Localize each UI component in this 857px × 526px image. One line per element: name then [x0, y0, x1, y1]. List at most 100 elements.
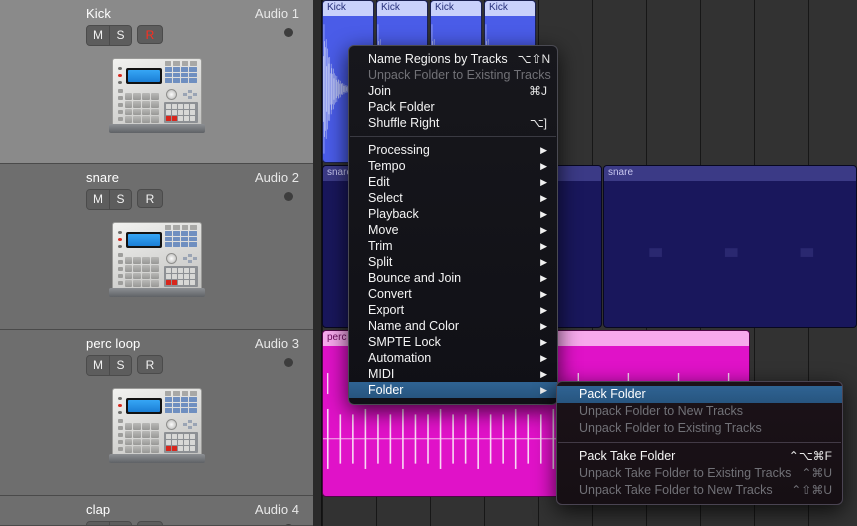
solo-button[interactable]: S	[109, 26, 131, 45]
menu-item-label: Split	[368, 255, 393, 269]
solo-button[interactable]: S	[109, 190, 131, 209]
menu-item-label: Convert	[368, 287, 412, 301]
menu-item-join[interactable]: Join ⌘J	[349, 83, 557, 99]
solo-button[interactable]: S	[109, 356, 131, 375]
menu-item-export[interactable]: Export ▶	[349, 302, 557, 318]
track-header-perc-loop[interactable]: perc loop Audio 3 MSR	[0, 330, 313, 496]
menu-item-pack-folder[interactable]: Pack Folder	[349, 99, 557, 115]
region[interactable]: snare	[603, 165, 857, 328]
menu-item-label: Pack Folder	[368, 100, 435, 114]
menu-item-shortcut: ⌘J	[529, 84, 547, 98]
solo-button[interactable]: S	[109, 522, 131, 525]
menu-item-label: Automation	[368, 351, 432, 365]
folder-submenu[interactable]: Pack Folder Unpack Folder to New Tracks Un…	[556, 381, 843, 505]
menu-item-tempo[interactable]: Tempo ▶	[349, 158, 557, 174]
track-header-snare[interactable]: snare Audio 2 MSR	[0, 164, 313, 330]
record-arm-button[interactable]: R	[137, 25, 163, 44]
menu-item-name-and-color[interactable]: Name and Color ▶	[349, 318, 557, 334]
chevron-right-icon: ▶	[540, 208, 547, 219]
track-header-kick[interactable]: Kick Audio 1 MSR	[0, 0, 313, 164]
menu-separator	[350, 136, 556, 137]
menu-item-unpack-take-folder-to-existing-tracks: Unpack Take Folder to Existing Tracks ⌃⌘U	[557, 465, 842, 482]
track-channel-label: Audio 3	[254, 336, 299, 351]
mpc-device-icon	[108, 222, 205, 302]
chevron-right-icon: ▶	[540, 304, 547, 315]
menu-item-shortcut: ⌥]	[529, 116, 547, 130]
menu-item-label: Shuffle Right	[368, 116, 440, 130]
menu-item-pack-folder[interactable]: Pack Folder	[557, 386, 842, 403]
record-enable-indicator[interactable]	[284, 28, 293, 37]
record-arm-button[interactable]: R	[137, 521, 163, 525]
region-label: snare	[604, 166, 856, 181]
track-channel-label: Audio 1	[254, 6, 299, 21]
track-header-clap[interactable]: clap Audio 4 MS R	[0, 496, 313, 526]
track-name[interactable]: snare	[86, 170, 119, 185]
menu-item-label: Playback	[368, 207, 419, 221]
menu-item-label: SMPTE Lock	[368, 335, 441, 349]
menu-item-processing[interactable]: Processing ▶	[349, 142, 557, 158]
record-enable-indicator[interactable]	[284, 192, 293, 201]
menu-item-label: Processing	[368, 143, 430, 157]
track-name[interactable]: perc loop	[86, 336, 140, 351]
menu-item-unpack-take-folder-to-new-tracks: Unpack Take Folder to New Tracks ⌃⇧⌘U	[557, 482, 842, 499]
mute-button[interactable]: M	[87, 26, 109, 45]
menu-item-label: Unpack Folder to Existing Tracks	[368, 68, 551, 82]
chevron-right-icon: ▶	[540, 272, 547, 283]
menu-item-unpack-folder-to-new-tracks: Unpack Folder to New Tracks	[557, 403, 842, 420]
menu-item-shortcut: ⌃⇧⌘U	[791, 483, 832, 497]
menu-item-playback[interactable]: Playback ▶	[349, 206, 557, 222]
menu-item-trim[interactable]: Trim ▶	[349, 238, 557, 254]
chevron-right-icon: ▶	[540, 192, 547, 203]
chevron-right-icon: ▶	[540, 176, 547, 187]
track-channel-label: Audio 4	[254, 502, 299, 517]
menu-item-label: Unpack Take Folder to Existing Tracks	[579, 466, 792, 480]
menu-item-label: Name Regions by Tracks	[368, 52, 508, 66]
menu-item-label: Select	[368, 191, 403, 205]
chevron-right-icon: ▶	[540, 256, 547, 267]
menu-item-move[interactable]: Move ▶	[349, 222, 557, 238]
region-waveform	[604, 181, 856, 327]
chevron-right-icon: ▶	[540, 384, 547, 395]
track-channel-label: Audio 2	[254, 170, 299, 185]
menu-item-bounce-and-join[interactable]: Bounce and Join ▶	[349, 270, 557, 286]
menu-item-label: Tempo	[368, 159, 406, 173]
menu-item-label: Trim	[368, 239, 393, 253]
region-label: Kick	[323, 1, 373, 16]
track-name[interactable]: Kick	[86, 6, 111, 21]
record-arm-button[interactable]: R	[137, 355, 163, 374]
menu-item-name-regions-by-tracks[interactable]: Name Regions by Tracks ⌥⇧N	[349, 51, 557, 67]
menu-item-select[interactable]: Select ▶	[349, 190, 557, 206]
mute-button[interactable]: M	[87, 190, 109, 209]
track-header-divider	[313, 0, 322, 526]
menu-item-shortcut: ⌃⌥⌘F	[788, 449, 832, 463]
record-arm-button[interactable]: R	[137, 189, 163, 208]
menu-item-label: Unpack Folder to New Tracks	[579, 404, 743, 418]
mpc-device-icon	[108, 58, 205, 138]
chevron-right-icon: ▶	[540, 288, 547, 299]
menu-item-edit[interactable]: Edit ▶	[349, 174, 557, 190]
mpc-device-icon	[108, 388, 205, 468]
menu-item-convert[interactable]: Convert ▶	[349, 286, 557, 302]
menu-item-split[interactable]: Split ▶	[349, 254, 557, 270]
chevron-right-icon: ▶	[540, 320, 547, 331]
menu-item-smpte-lock[interactable]: SMPTE Lock ▶	[349, 334, 557, 350]
menu-item-folder[interactable]: Folder ▶	[349, 382, 557, 398]
menu-item-midi[interactable]: MIDI ▶	[349, 366, 557, 382]
menu-item-shortcut: ⌃⌘U	[801, 466, 833, 480]
record-enable-indicator[interactable]	[284, 358, 293, 367]
mute-button[interactable]: M	[87, 522, 109, 525]
menu-item-automation[interactable]: Automation ▶	[349, 350, 557, 366]
menu-item-label: Pack Folder	[579, 387, 646, 401]
menu-item-pack-take-folder[interactable]: Pack Take Folder ⌃⌥⌘F	[557, 448, 842, 465]
region-label: Kick	[431, 1, 481, 16]
mute-button[interactable]: M	[87, 356, 109, 375]
menu-item-shortcut: ⌥⇧N	[517, 52, 551, 66]
menu-item-label: Folder	[368, 383, 404, 397]
menu-item-label: Move	[368, 223, 399, 237]
region-context-menu[interactable]: Name Regions by Tracks ⌥⇧N Unpack Folder t…	[348, 45, 558, 405]
track-name[interactable]: clap	[86, 502, 110, 517]
menu-item-shuffle-right[interactable]: Shuffle Right ⌥]	[349, 115, 557, 131]
menu-item-label: Name and Color	[368, 319, 460, 333]
logic-arrange-window: Kick Kick Kick Kick snare snare perc loop Kick…	[0, 0, 857, 526]
menu-item-label: Export	[368, 303, 405, 317]
